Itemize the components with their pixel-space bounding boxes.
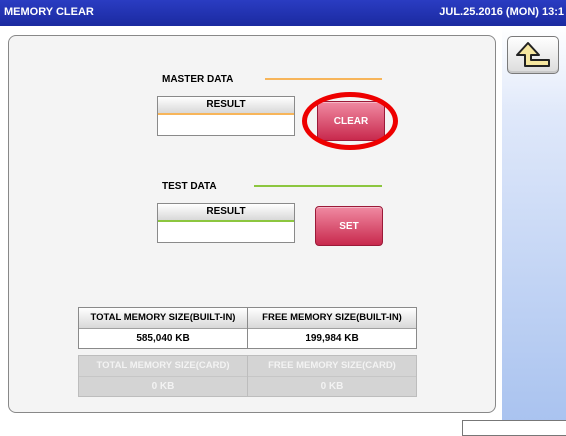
test-data-label: TEST DATA xyxy=(162,181,217,192)
free-memory-builtin-label: FREE MEMORY SIZE(BUILT-IN) xyxy=(248,308,416,329)
free-memory-card-label: FREE MEMORY SIZE(CARD) xyxy=(248,356,416,377)
free-memory-builtin-value: 199,984 KB xyxy=(305,333,359,344)
total-memory-card-label: TOTAL MEMORY SIZE(CARD) xyxy=(79,356,247,377)
master-result-value xyxy=(158,115,294,135)
status-field xyxy=(462,420,566,436)
date-time: JUL.25.2016 (MON) 13:1 xyxy=(439,6,564,18)
free-memory-builtin: FREE MEMORY SIZE(BUILT-IN) 199,984 KB xyxy=(247,307,417,349)
master-data-label: MASTER DATA xyxy=(162,74,234,85)
master-data-divider xyxy=(265,78,382,80)
test-data-divider xyxy=(254,185,382,187)
total-memory-card: TOTAL MEMORY SIZE(CARD) 0 KB xyxy=(78,355,248,397)
total-memory-builtin-label: TOTAL MEMORY SIZE(BUILT-IN) xyxy=(79,308,247,329)
test-result-box: RESULT xyxy=(157,203,295,243)
free-memory-card: FREE MEMORY SIZE(CARD) 0 KB xyxy=(247,355,417,397)
set-button[interactable]: SET xyxy=(315,206,383,246)
title-bar: MEMORY CLEAR JUL.25.2016 (MON) 13:1 xyxy=(0,0,566,26)
total-memory-builtin: TOTAL MEMORY SIZE(BUILT-IN) 585,040 KB xyxy=(78,307,248,349)
free-memory-card-value: 0 KB xyxy=(320,381,344,392)
clear-button[interactable]: CLEAR xyxy=(317,101,385,141)
right-side-pane xyxy=(502,26,566,430)
master-result-box: RESULT xyxy=(157,96,295,136)
total-memory-builtin-value: 585,040 KB xyxy=(136,333,190,344)
test-result-header: RESULT xyxy=(158,204,294,222)
test-result-value xyxy=(158,222,294,242)
back-button[interactable] xyxy=(507,36,559,74)
return-arrow-icon xyxy=(516,42,550,67)
screen-title: MEMORY CLEAR xyxy=(4,6,94,18)
master-result-header: RESULT xyxy=(158,97,294,115)
total-memory-card-value: 0 KB xyxy=(151,381,175,392)
